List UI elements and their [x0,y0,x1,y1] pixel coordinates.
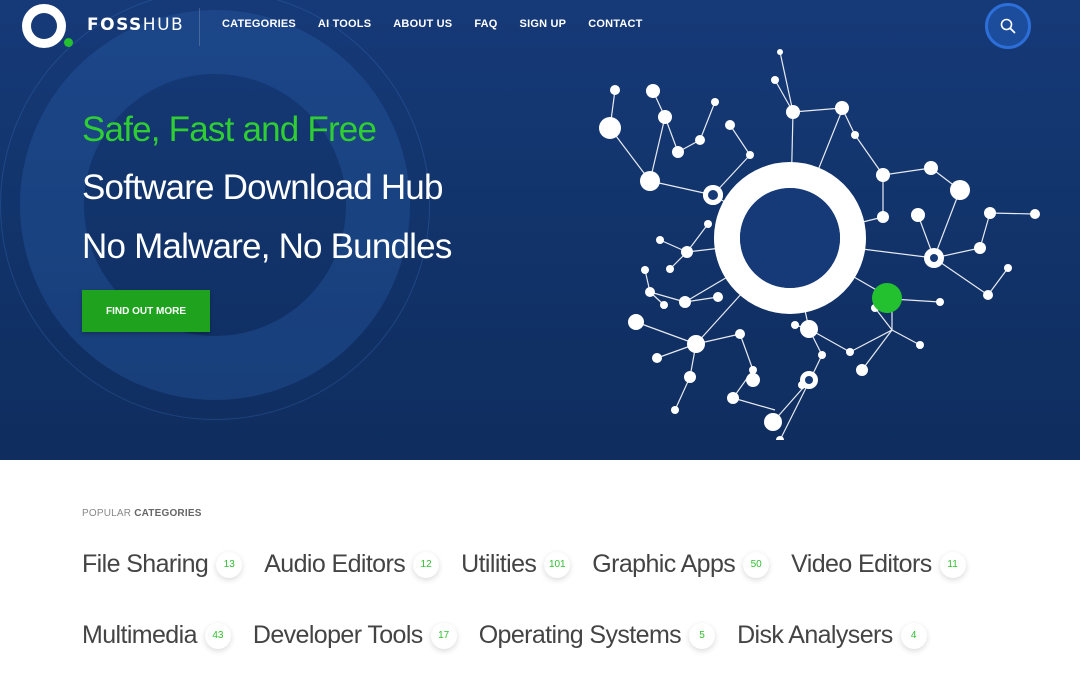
category-count-badge: 101 [544,551,571,578]
category-row-2: Multimedia 43 Developer Tools 17 Operati… [82,621,927,650]
category-count-badge: 43 [204,622,231,649]
category-audio-editors[interactable]: Audio Editors 12 [264,550,440,579]
search-icon [1000,18,1016,34]
category-count-badge: 13 [216,551,243,578]
popular-categories-label: POPULAR CATEGORIES [82,508,202,519]
nav-item-faq[interactable]: FAQ [474,18,497,30]
category-utilities[interactable]: Utilities 101 [461,550,571,579]
hero-headline-2: Software Download Hub [82,168,443,207]
category-operating-systems[interactable]: Operating Systems 5 [479,621,716,650]
hero-headline-1: Safe, Fast and Free [82,110,377,149]
category-count-badge: 5 [689,622,716,649]
category-count-badge: 12 [413,551,440,578]
category-developer-tools[interactable]: Developer Tools 17 [253,621,457,650]
hero-section: FOSSHUB CATEGORIES AI TOOLS ABOUT US FAQ… [0,0,1080,460]
category-graphic-apps[interactable]: Graphic Apps 50 [592,550,770,579]
nav-item-categories[interactable]: CATEGORIES [222,18,296,30]
category-count-badge: 50 [743,551,770,578]
nav-item-contact[interactable]: CONTACT [588,18,642,30]
category-disk-analysers[interactable]: Disk Analysers 4 [737,621,927,650]
category-count-badge: 11 [939,551,966,578]
logo-icon[interactable] [22,4,73,48]
category-file-sharing[interactable]: File Sharing 13 [82,550,243,579]
nav-item-sign-up[interactable]: SIGN UP [520,18,567,30]
category-row-1: File Sharing 13 Audio Editors 12 Utiliti… [82,550,966,579]
logo-text[interactable]: FOSSHUB [87,15,184,35]
nav-item-ai-tools[interactable]: AI TOOLS [318,18,371,30]
nav-item-about-us[interactable]: ABOUT US [393,18,452,30]
find-out-more-button[interactable]: FIND OUT MORE [82,290,210,332]
nav-divider [199,8,200,46]
category-video-editors[interactable]: Video Editors 11 [791,550,966,579]
network-illustration [599,49,1040,440]
category-count-badge: 4 [900,622,927,649]
category-multimedia[interactable]: Multimedia 43 [82,621,231,650]
hero-headline-3: No Malware, No Bundles [82,227,452,266]
category-count-badge: 17 [430,622,457,649]
main-nav: CATEGORIES AI TOOLS ABOUT US FAQ SIGN UP… [222,18,643,30]
